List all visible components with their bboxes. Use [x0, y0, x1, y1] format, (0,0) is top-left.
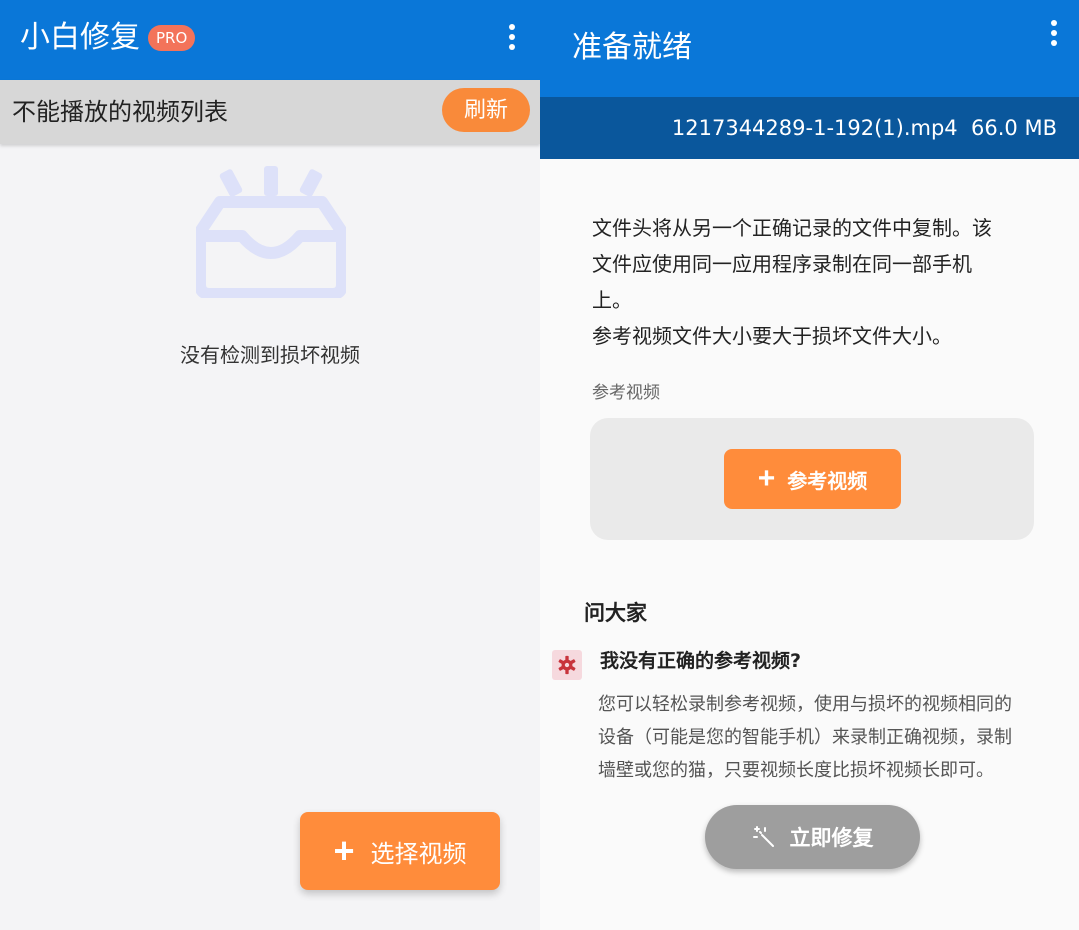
select-video-button[interactable]: + 选择视频	[300, 812, 500, 890]
description-line: 文件应使用同一应用程序录制在同一部手机	[592, 252, 972, 276]
more-vert-icon[interactable]	[1044, 16, 1064, 50]
app-bar: 小白修复 PRO	[0, 0, 540, 80]
description-line: 上。	[592, 288, 632, 312]
add-reference-label: 参考视频	[787, 470, 868, 493]
description-line: 参考视频文件大小要大于损坏文件大小。	[592, 324, 952, 348]
list-header-title: 不能播放的视频列表	[12, 98, 228, 126]
file-size: 66.0 MB	[971, 116, 1057, 140]
page-title: 准备就绪	[572, 30, 692, 65]
select-video-label: 选择视频	[370, 840, 467, 868]
description: 文件头将从另一个正确记录的文件中复制。该 文件应使用同一应用程序录制在同一部手机…	[592, 210, 1032, 354]
magic-wand-icon	[752, 826, 774, 847]
ask-section-title: 问大家	[584, 601, 647, 625]
right-screen: 准备就绪 1217344289-1-192(1).mp4 66.0 MB 文件头…	[540, 0, 1079, 930]
left-screen: 小白修复 PRO 不能播放的视频列表 刷新 没有检测到损坏视频 + 选择视频	[0, 0, 540, 930]
pro-badge: PRO	[148, 25, 196, 51]
app-bar: 准备就绪	[540, 0, 1079, 97]
gear-icon	[552, 650, 582, 680]
faq-question[interactable]: 我没有正确的参考视频?	[600, 646, 801, 676]
file-name: 1217344289-1-192(1).mp4	[671, 116, 958, 140]
repair-now-label: 立即修复	[789, 827, 874, 850]
refresh-button[interactable]: 刷新	[442, 88, 530, 132]
faq-answer-line: 您可以轻松录制参考视频，使用与损坏的视频相同的	[598, 694, 1012, 715]
faq-answer-line: 墙壁或您的猫，只要视频长度比损坏视频长即可。	[598, 760, 994, 781]
file-info: 1217344289-1-192(1).mp4 66.0 MB	[672, 112, 1057, 144]
inbox-icon	[196, 166, 346, 298]
faq-answer: 您可以轻松录制参考视频，使用与损坏的视频相同的 设备（可能是您的智能手机）来录制…	[598, 688, 1068, 787]
reference-label: 参考视频	[592, 383, 660, 403]
add-reference-button[interactable]: + 参考视频	[724, 449, 901, 509]
list-header: 不能播放的视频列表 刷新	[0, 80, 540, 144]
empty-state-message: 没有检测到损坏视频	[180, 343, 360, 367]
plus-icon: +	[333, 830, 355, 871]
faq-answer-line: 设备（可能是您的智能手机）来录制正确视频，录制	[598, 727, 1012, 748]
plus-icon: +	[757, 462, 776, 495]
repair-now-button[interactable]: 立即修复	[705, 805, 920, 869]
file-info-bar: 1217344289-1-192(1).mp4 66.0 MB	[540, 97, 1079, 159]
app-title: 小白修复	[20, 20, 140, 55]
description-line: 文件头将从另一个正确记录的文件中复制。该	[592, 216, 992, 240]
more-vert-icon[interactable]	[502, 20, 522, 54]
